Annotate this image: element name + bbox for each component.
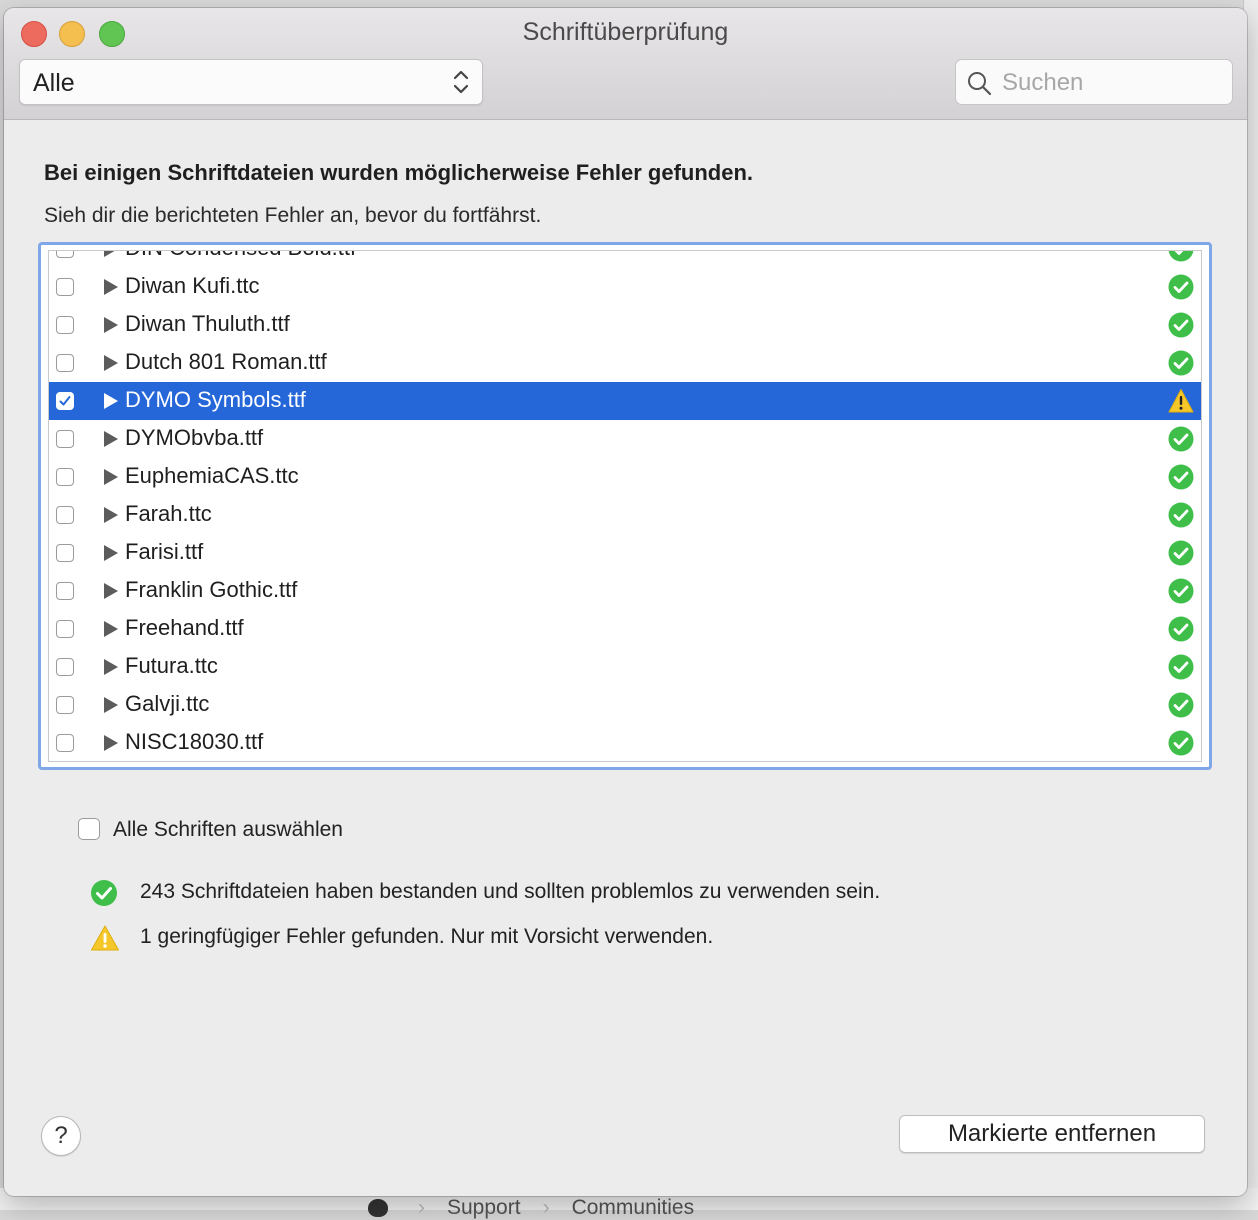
font-row-name: Farisi.ttf	[125, 539, 204, 564]
font-row-name: DYMObvba.ttf	[125, 425, 264, 450]
disclosure-triangle-icon[interactable]	[104, 697, 118, 713]
filter-popup[interactable]: Alle	[19, 59, 483, 105]
font-list-focus-ring: DIN Condensed Bold.ttf Diwan Kufi.ttc Diwa…	[38, 242, 1212, 770]
checkmark-circle-icon	[1168, 312, 1194, 338]
remove-selected-button[interactable]: Markierte entfernen	[899, 1115, 1205, 1153]
disclosure-triangle-icon[interactable]	[104, 583, 118, 599]
checkmark-circle-icon	[1168, 654, 1194, 680]
font-list-rows: DIN Condensed Bold.ttf Diwan Kufi.ttc Diwa…	[49, 251, 1201, 761]
checkmark-circle-icon	[1168, 502, 1194, 528]
checkmark-circle-icon	[1168, 350, 1194, 376]
disclosure-triangle-icon[interactable]	[104, 355, 118, 371]
font-row[interactable]: DYMObvba.ttf	[49, 420, 1201, 458]
font-row-name: Franklin Gothic.ttf	[125, 577, 298, 602]
font-list[interactable]: DIN Condensed Bold.ttf Diwan Kufi.ttc Diwa…	[48, 250, 1202, 762]
font-row-name: Galvji.ttc	[125, 691, 210, 716]
font-row-checkbox[interactable]	[56, 316, 74, 334]
checkmark-circle-icon	[1168, 578, 1194, 604]
disclosure-triangle-icon[interactable]	[104, 545, 118, 561]
filter-popup-value: Alle	[33, 69, 75, 97]
font-row-name: DYMO Symbols.ttf	[125, 387, 306, 412]
checkmark-icon	[59, 396, 71, 406]
font-row[interactable]: Diwan Thuluth.ttf	[49, 306, 1201, 344]
font-row-name: NISC18030.ttf	[125, 729, 264, 754]
font-row-checkbox[interactable]	[56, 734, 74, 752]
search-input[interactable]	[1000, 66, 1224, 100]
font-row[interactable]: Franklin Gothic.ttf	[49, 572, 1201, 610]
title-bar: Schriftüberprüfung Alle	[4, 8, 1247, 120]
font-row[interactable]: Dutch 801 Roman.ttf	[49, 344, 1201, 382]
checkmark-circle-icon	[1168, 616, 1194, 642]
font-row-checkbox[interactable]	[56, 696, 74, 714]
font-row[interactable]: Farisi.ttf	[49, 534, 1201, 572]
checkmark-circle-icon	[1168, 464, 1194, 490]
disclosure-triangle-icon[interactable]	[104, 659, 118, 675]
select-all-checkbox[interactable]	[78, 818, 100, 840]
results-subheading: Sieh dir die berichteten Fehler an, bevo…	[44, 204, 542, 227]
font-row[interactable]: DYMO Symbols.ttf	[49, 382, 1201, 420]
help-button[interactable]: ?	[41, 1116, 81, 1156]
font-row-checkbox[interactable]	[56, 468, 74, 486]
font-row-checkbox[interactable]	[56, 506, 74, 524]
search-field[interactable]	[955, 59, 1233, 105]
breadcrumb-communities[interactable]: Communities	[572, 1196, 695, 1219]
font-row-name: DIN Condensed Bold.ttf	[125, 251, 356, 261]
summary-warnings-text: 1 geringfügiger Fehler gefunden. Nur mit…	[140, 925, 714, 948]
chevron-up-down-icon	[453, 70, 469, 94]
font-row[interactable]: NISC18030.ttf	[49, 724, 1201, 761]
select-all-label: Alle Schriften auswählen	[113, 818, 343, 841]
font-row-checkbox[interactable]	[56, 251, 74, 258]
font-row-name: Farah.ttc	[125, 501, 212, 526]
summary-passed-text: 243 Schriftdateien haben bestanden und s…	[140, 880, 881, 903]
font-row[interactable]: Freehand.ttf	[49, 610, 1201, 648]
warning-triangle-icon	[1168, 388, 1194, 414]
font-row-name: Futura.ttc	[125, 653, 218, 678]
disclosure-triangle-icon[interactable]	[104, 735, 118, 751]
warning-triangle-icon	[91, 925, 119, 951]
font-row-name: Freehand.ttf	[125, 615, 244, 640]
disclosure-triangle-icon[interactable]	[104, 279, 118, 295]
results-heading: Bei einigen Schriftdateien wurden möglic…	[44, 160, 754, 185]
font-row-checkbox[interactable]	[56, 582, 74, 600]
apple-icon	[368, 1199, 388, 1218]
disclosure-triangle-icon[interactable]	[104, 431, 118, 447]
background-breadcrumb: › Support › Communities	[368, 1196, 716, 1219]
disclosure-triangle-icon[interactable]	[104, 393, 118, 409]
font-row-checkbox[interactable]	[56, 392, 74, 410]
font-row-name: Dutch 801 Roman.ttf	[125, 349, 327, 374]
checkmark-circle-icon	[1168, 251, 1194, 262]
font-row[interactable]: EuphemiaCAS.ttc	[49, 458, 1201, 496]
font-validation-window: Schriftüberprüfung Alle Bei einigen Schr…	[4, 8, 1247, 1196]
font-row[interactable]: Futura.ttc	[49, 648, 1201, 686]
font-row-name: Diwan Kufi.ttc	[125, 273, 260, 298]
disclosure-triangle-icon[interactable]	[104, 317, 118, 333]
disclosure-triangle-icon[interactable]	[104, 251, 118, 257]
font-row-name: Diwan Thuluth.ttf	[125, 311, 290, 336]
font-row-name: EuphemiaCAS.ttc	[125, 463, 299, 488]
window-title: Schriftüberprüfung	[522, 18, 729, 46]
font-row-checkbox[interactable]	[56, 620, 74, 638]
font-row-checkbox[interactable]	[56, 658, 74, 676]
font-row-checkbox[interactable]	[56, 354, 74, 372]
search-icon	[968, 72, 992, 96]
disclosure-triangle-icon[interactable]	[104, 507, 118, 523]
font-row-checkbox[interactable]	[56, 430, 74, 448]
font-row[interactable]: Farah.ttc	[49, 496, 1201, 534]
font-row[interactable]: Galvji.ttc	[49, 686, 1201, 724]
checkmark-circle-icon	[91, 880, 117, 906]
font-row-checkbox[interactable]	[56, 278, 74, 296]
font-row[interactable]: DIN Condensed Bold.ttf	[49, 251, 1201, 268]
checkmark-circle-icon	[1168, 274, 1194, 300]
font-row-checkbox[interactable]	[56, 544, 74, 562]
breadcrumb-support[interactable]: Support	[447, 1196, 521, 1219]
disclosure-triangle-icon[interactable]	[104, 621, 118, 637]
font-row[interactable]: Diwan Kufi.ttc	[49, 268, 1201, 306]
checkmark-circle-icon	[1168, 730, 1194, 756]
checkmark-circle-icon	[1168, 426, 1194, 452]
checkmark-circle-icon	[1168, 540, 1194, 566]
checkmark-circle-icon	[1168, 692, 1194, 718]
disclosure-triangle-icon[interactable]	[104, 469, 118, 485]
